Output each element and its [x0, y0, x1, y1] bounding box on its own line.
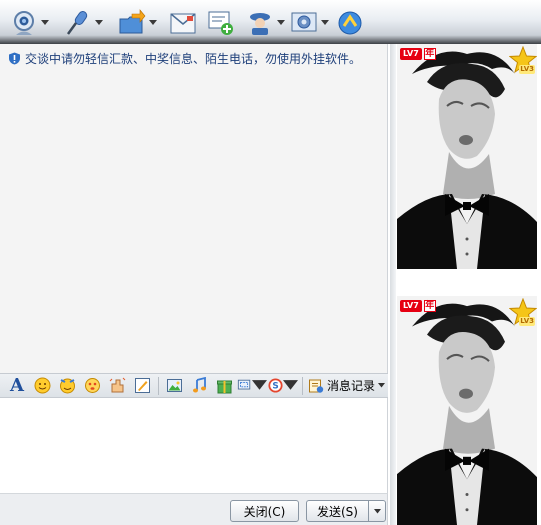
level-badge: LV7: [400, 48, 422, 60]
chevron-down-icon: [373, 508, 381, 513]
microphone-icon: [66, 11, 88, 35]
music-icon: [192, 377, 206, 393]
sogou-icon: S: [268, 378, 283, 393]
super-emoji-button[interactable]: [55, 376, 79, 396]
contact-avatar-card[interactable]: LV7 年 LV3: [397, 44, 537, 269]
screen-capture-button[interactable]: [237, 376, 267, 396]
message-history-label: 消息记录: [327, 379, 376, 393]
safety-notice: 交谈中请勿轻信汇款、中奖信息、陌生电话，勿使用外挂软件。: [8, 50, 361, 67]
send-button[interactable]: 发送(S): [306, 500, 368, 522]
message-history-button[interactable]: 消息记录: [308, 377, 386, 394]
scribble-button[interactable]: [130, 376, 154, 396]
create-group-button[interactable]: [207, 8, 235, 38]
chevron-down-icon[interactable]: [321, 20, 329, 26]
send-options-button[interactable]: [368, 500, 386, 522]
badge-row: LV7 年: [400, 48, 436, 60]
apps-button[interactable]: [290, 8, 329, 38]
chevron-down-icon[interactable]: [283, 377, 298, 394]
chevron-down-icon[interactable]: [41, 20, 49, 26]
emoji-button[interactable]: [30, 376, 54, 396]
gift-icon: [216, 380, 232, 394]
chevron-down-icon[interactable]: [149, 20, 157, 26]
gift-button[interactable]: [212, 376, 236, 396]
shake-hand-icon: [109, 377, 125, 393]
year-badge: 年: [423, 300, 436, 312]
email-button[interactable]: [169, 8, 197, 38]
contact-card-icon: [250, 13, 270, 35]
year-badge: 年: [423, 48, 436, 60]
smiley-icon: [34, 377, 50, 394]
webcam-button[interactable]: [10, 8, 49, 38]
transfer-folder-icon: [119, 9, 146, 34]
remote-assist-button[interactable]: [336, 8, 364, 38]
contact-card-button[interactable]: [246, 8, 285, 38]
contact-photo: [397, 296, 537, 525]
app-settings-icon: [291, 12, 317, 32]
bottom-bar: 关闭(C) 发送(S): [0, 493, 388, 525]
toolbar-divider: [302, 376, 303, 395]
font-button[interactable]: A: [5, 375, 29, 396]
create-group-icon: [208, 11, 233, 35]
contact-avatar-card[interactable]: LV7 年 LV3: [397, 296, 537, 525]
magic-face-icon: [84, 378, 100, 393]
email-icon: [170, 13, 196, 34]
chevron-down-icon[interactable]: [378, 383, 386, 388]
shield-icon: [9, 52, 20, 65]
magic-face-button[interactable]: [80, 376, 104, 396]
star-level-badge: LV3: [519, 65, 535, 74]
star-level-badge: LV3: [519, 317, 535, 326]
svg-text:S: S: [272, 382, 278, 392]
close-button[interactable]: 关闭(C): [230, 500, 299, 522]
sogou-input-button[interactable]: S: [268, 376, 298, 396]
chevron-down-icon[interactable]: [277, 20, 285, 26]
music-button[interactable]: [187, 376, 211, 396]
badge-row: LV7 年: [400, 300, 436, 312]
wink-icon: [59, 378, 75, 394]
chevron-down-icon[interactable]: [95, 20, 103, 26]
send-image-button[interactable]: [162, 376, 186, 396]
contact-panel: LV7 年 LV3 LV7 年 LV3: [390, 44, 541, 525]
safety-notice-text: 交谈中请勿轻信汇款、中奖信息、陌生电话，勿使用外挂软件。: [25, 52, 362, 66]
format-toolbar: A S 消息记录: [0, 373, 388, 398]
shake-window-button[interactable]: [105, 376, 129, 396]
toolbar-divider: [158, 376, 159, 395]
history-icon: [309, 379, 324, 393]
image-icon: [166, 379, 182, 392]
chevron-down-icon[interactable]: [252, 377, 267, 394]
chat-history[interactable]: 交谈中请勿轻信汇款、中奖信息、陌生电话，勿使用外挂软件。: [0, 44, 388, 373]
contact-photo: [397, 44, 537, 269]
webcam-icon: [14, 11, 34, 35]
message-input[interactable]: [0, 398, 388, 493]
scribble-icon: [134, 378, 150, 393]
remote-assist-icon: [338, 11, 362, 35]
font-icon: A: [10, 375, 24, 396]
top-toolbar: [0, 0, 541, 44]
voice-button[interactable]: [64, 8, 103, 38]
level-badge: LV7: [400, 300, 422, 312]
screen-capture-icon: [237, 379, 251, 390]
transfer-file-button[interactable]: [118, 8, 157, 38]
